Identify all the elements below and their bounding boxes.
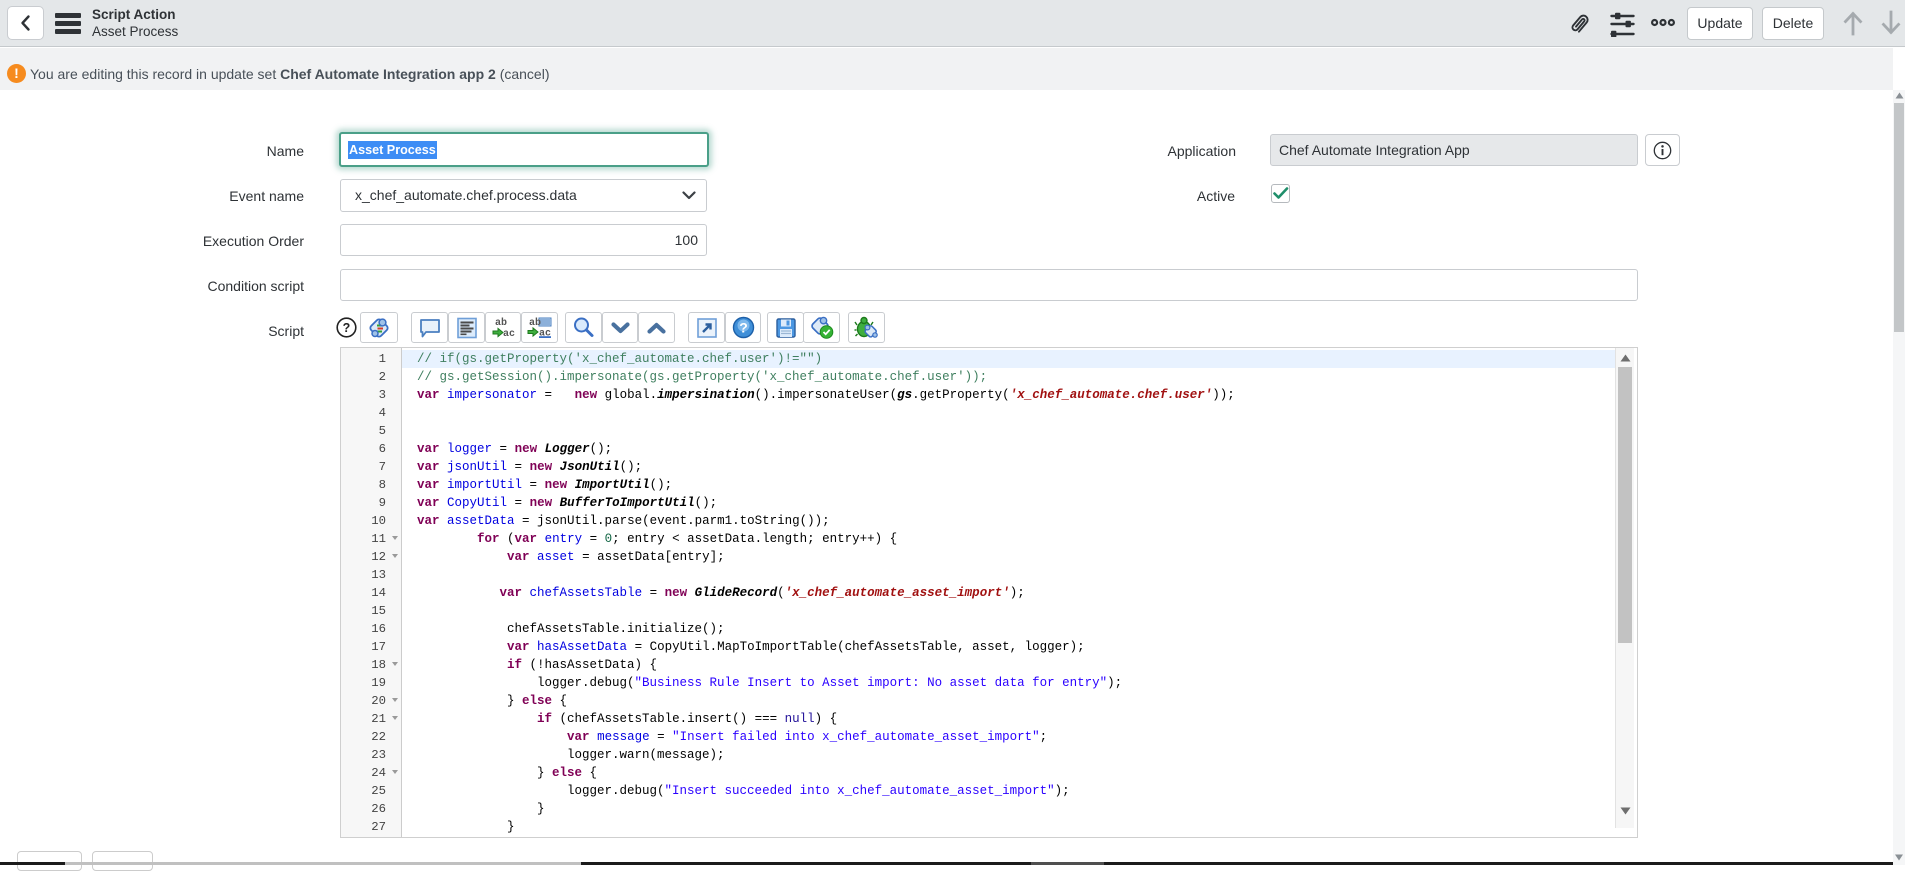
- svg-text:ac: ac: [503, 329, 515, 339]
- svg-text:ab: ab: [529, 317, 541, 329]
- svg-text:?: ?: [343, 321, 351, 335]
- svg-text:ab: ab: [495, 317, 507, 329]
- svg-text:?: ?: [739, 320, 748, 336]
